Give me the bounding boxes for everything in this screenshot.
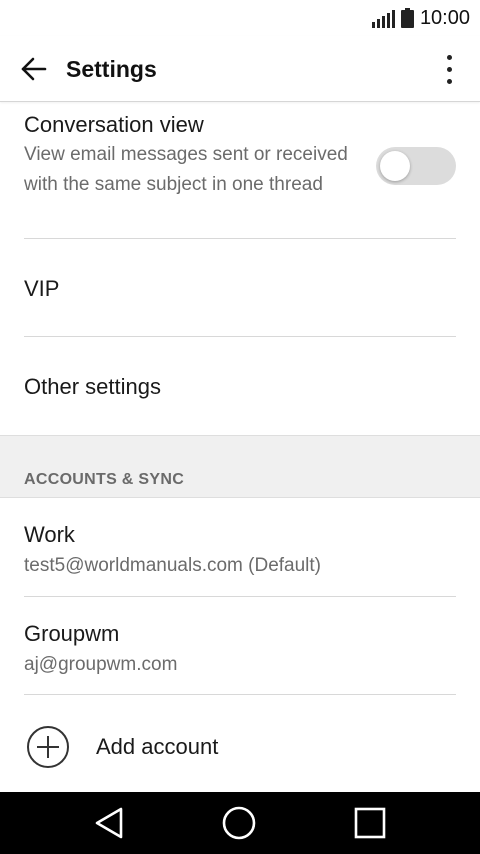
navigation-bar (0, 792, 480, 854)
vip-setting[interactable]: VIP (24, 239, 456, 337)
add-account-label: Add account (96, 734, 219, 759)
account-item-groupwm[interactable]: Groupwm aj@groupwm.com (24, 597, 456, 695)
account-email: aj@groupwm.com (24, 654, 178, 675)
nav-home-icon (222, 806, 256, 840)
account-name: Groupwm (24, 621, 120, 646)
toggle-thumb (380, 151, 410, 181)
signal-icon (371, 8, 395, 28)
add-account-button[interactable]: Add account (0, 695, 480, 792)
battery-icon (400, 8, 414, 28)
back-arrow-icon (21, 57, 47, 81)
nav-recents-button[interactable] (350, 803, 390, 843)
page-title: Settings (66, 56, 157, 82)
accounts-sync-header: ACCOUNTS & SYNC (0, 435, 480, 498)
nav-back-button[interactable] (89, 803, 129, 843)
section-header-label: ACCOUNTS & SYNC (24, 471, 185, 488)
conversation-view-summary: View email messages sent or received wit… (24, 144, 348, 195)
nav-home-button[interactable] (219, 803, 259, 843)
status-bar: 10:00 (0, 0, 480, 36)
status-time: 10:00 (419, 6, 470, 29)
nav-back-icon (95, 807, 123, 839)
account-item-work[interactable]: Work test5@worldmanuals.com (Default) (24, 498, 456, 597)
other-settings-title: Other settings (24, 374, 161, 399)
conversation-view-title: Conversation view (24, 112, 204, 137)
status-icons: 10:00 (371, 6, 470, 30)
more-options-button[interactable] (434, 50, 464, 88)
conversation-view-setting[interactable]: Conversation view View email messages se… (24, 103, 456, 239)
add-circle-icon (27, 726, 69, 768)
more-vert-icon (446, 54, 452, 84)
app-bar: Settings (0, 36, 480, 102)
back-button[interactable] (14, 50, 52, 88)
account-email: test5@worldmanuals.com (Default) (24, 555, 322, 576)
settings-list: Conversation view View email messages se… (0, 103, 480, 792)
vip-title: VIP (24, 276, 60, 301)
account-name: Work (24, 522, 75, 547)
other-settings-item[interactable]: Other settings (24, 337, 456, 435)
conversation-view-toggle[interactable] (376, 147, 456, 185)
nav-recents-icon (354, 807, 386, 839)
